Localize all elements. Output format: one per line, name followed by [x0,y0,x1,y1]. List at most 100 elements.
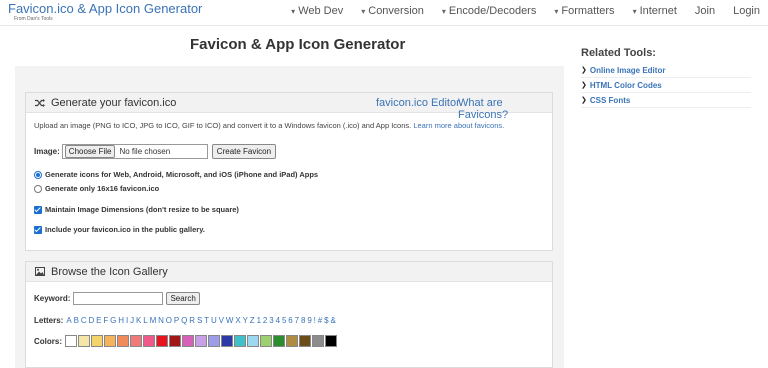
letter-link[interactable]: & [330,316,336,325]
letter-link[interactable]: D [88,316,94,325]
color-swatch[interactable] [78,335,90,347]
site-title[interactable]: Favicon.ico & App Icon Generator [8,1,202,16]
letter-link[interactable]: V [219,316,225,325]
color-swatch[interactable] [182,335,194,347]
letter-link[interactable]: 5 [282,316,287,325]
letter-link[interactable]: O [166,316,172,325]
chevron-right-icon: ❯ [581,67,587,74]
nav-encode-decoders[interactable]: ▾ Encode/Decoders [442,5,536,17]
learn-more-link[interactable]: Learn more about favicons. [413,121,504,130]
file-input[interactable]: Choose File No file chosen [61,144,208,159]
letter-link[interactable]: W [226,316,234,325]
nav-web-dev[interactable]: ▾ Web Dev [291,5,343,17]
related-link[interactable]: CSS Fonts [590,96,630,105]
letter-link[interactable]: F [103,316,108,325]
color-swatch[interactable] [286,335,298,347]
site-brand[interactable]: Favicon.ico & App Icon Generator From Da… [8,1,202,23]
letter-link[interactable]: L [143,316,148,325]
color-swatch[interactable] [169,335,181,347]
chevron-right-icon: ❯ [581,82,587,89]
letter-link[interactable]: P [174,316,180,325]
letter-link[interactable]: I [126,316,128,325]
letter-link[interactable]: B [74,316,80,325]
nav-login[interactable]: Login [733,5,760,17]
favicon-editor-link[interactable]: favicon.ico Editor [376,97,460,109]
gallery-card-title: Browse the Icon Gallery [51,266,168,278]
keyword-input[interactable] [73,292,164,305]
letter-link[interactable]: ! [314,316,316,325]
letter-link[interactable]: S [197,316,203,325]
related-item[interactable]: ❯ CSS Fonts [581,93,751,108]
color-swatch[interactable] [234,335,246,347]
related-item[interactable]: ❯ HTML Color Codes [581,78,751,93]
maintain-dimensions-option[interactable]: Maintain Image Dimensions (don't resize … [34,205,239,214]
letter-link[interactable]: M [150,316,157,325]
choose-file-button[interactable]: Choose File [64,145,116,158]
letter-link[interactable]: T [204,316,209,325]
color-swatch[interactable] [130,335,142,347]
related-link[interactable]: HTML Color Codes [590,81,662,90]
color-swatch[interactable] [156,335,168,347]
letter-link[interactable]: Y [243,316,249,325]
letter-link[interactable]: 3 [269,316,274,325]
related-item[interactable]: ❯ Online Image Editor [581,63,751,78]
nav-label: Encode/Decoders [448,5,537,17]
nav-label: Login [733,5,760,17]
radio-selected[interactable] [34,170,42,179]
letter-link[interactable]: # [318,316,323,325]
color-swatch[interactable] [104,335,116,347]
letter-link[interactable]: 8 [301,316,306,325]
color-swatch[interactable] [299,335,311,347]
letter-link[interactable]: C [81,316,87,325]
option-16-only[interactable]: Generate only 16x16 favicon.ico [34,184,159,193]
letter-link[interactable]: J [130,316,134,325]
letter-link[interactable]: E [96,316,102,325]
checkbox-checked[interactable] [34,205,42,214]
color-swatch[interactable] [117,335,129,347]
letter-link[interactable]: 4 [276,316,281,325]
color-swatch[interactable] [312,335,324,347]
related-tools-title: Related Tools: [581,47,656,59]
letter-link[interactable]: R [189,316,195,325]
color-swatch[interactable] [65,335,77,347]
option-all-platforms[interactable]: Generate icons for Web, Android, Microso… [34,170,318,179]
letter-link[interactable]: 6 [288,316,293,325]
color-swatch[interactable] [195,335,207,347]
letter-link[interactable]: H [118,316,124,325]
color-swatch[interactable] [91,335,103,347]
what-are-favicons-link[interactable]: What are Favicons? [458,97,552,121]
nav-join[interactable]: Join [695,5,715,17]
letter-link[interactable]: Q [181,316,187,325]
letter-link[interactable]: 9 [307,316,312,325]
caret-down-icon: ▾ [361,6,366,16]
letter-link[interactable]: 1 [257,316,262,325]
color-swatch[interactable] [208,335,220,347]
letter-link[interactable]: K [136,316,142,325]
color-swatch[interactable] [247,335,259,347]
color-swatch[interactable] [260,335,272,347]
color-swatch[interactable] [143,335,155,347]
letter-link[interactable]: X [235,316,241,325]
maintain-dims-label: Maintain Image Dimensions (don't resize … [45,205,239,214]
letter-link[interactable]: N [158,316,164,325]
checkbox-checked[interactable] [34,225,42,234]
letter-link[interactable]: A [66,316,72,325]
letter-link[interactable]: 7 [295,316,300,325]
letter-link[interactable]: U [211,316,217,325]
color-swatch[interactable] [273,335,285,347]
letter-link[interactable]: Z [250,316,255,325]
color-swatch[interactable] [221,335,233,347]
include-gallery-option[interactable]: Include your favicon.ico in the public g… [34,225,205,234]
nav-formatters[interactable]: ▾ Formatters [554,5,614,17]
related-link[interactable]: Online Image Editor [590,66,666,75]
letter-link[interactable]: $ [324,316,329,325]
letter-link[interactable]: G [110,316,116,325]
letter-link[interactable]: 2 [263,316,268,325]
radio-unselected[interactable] [34,184,42,193]
search-button[interactable]: Search [166,292,200,305]
nav-internet[interactable]: ▾ Internet [633,5,677,17]
nav-conversion[interactable]: ▾ Conversion [361,5,424,17]
main-nav: ▾ Web Dev ▾ Conversion ▾ Encode/Decoders ▾ F… [273,5,760,17]
color-swatch[interactable] [325,335,337,347]
create-favicon-button[interactable]: Create Favicon [211,144,277,159]
